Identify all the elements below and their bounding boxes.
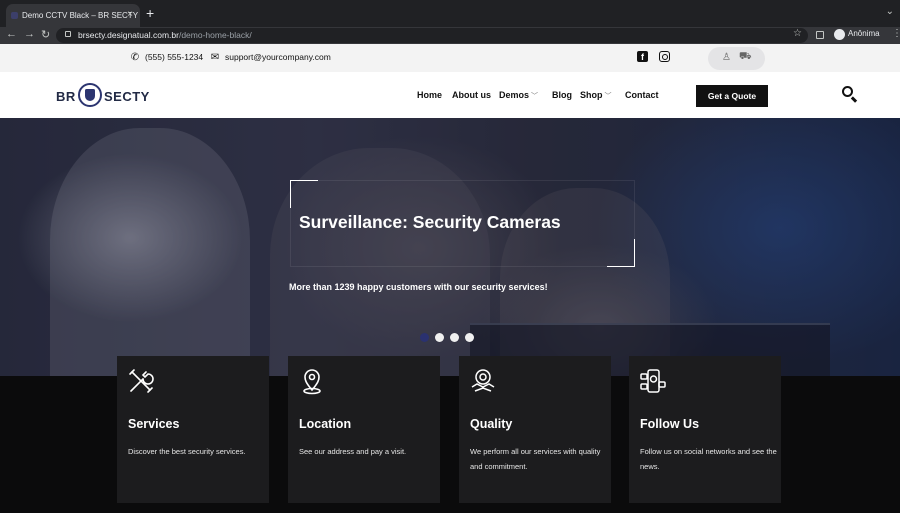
- shield-lock-icon: [78, 83, 102, 107]
- new-tab-icon[interactable]: +: [146, 5, 154, 21]
- nav-shop[interactable]: Shop ﹀: [580, 90, 612, 101]
- browser-tab[interactable]: Demo CCTV Black – BR SECTY ×: [6, 4, 140, 27]
- slider-dot-4[interactable]: [465, 333, 474, 342]
- search-icon-handle: [851, 96, 858, 103]
- lock-icon[interactable]: [65, 31, 71, 37]
- feature-card-services[interactable]: Services Discover the best security serv…: [117, 356, 269, 503]
- feature-description: Follow us on social networks and see the…: [640, 447, 777, 471]
- back-icon[interactable]: ←: [6, 28, 17, 40]
- browser-menu-icon[interactable]: ⋮: [892, 28, 900, 39]
- slider-dot-2[interactable]: [435, 333, 444, 342]
- feature-title: Quality: [470, 417, 513, 431]
- feature-card-quality[interactable]: Quality We perform all our services with…: [459, 356, 611, 503]
- hero-subtitle: More than 1239 happy customers with our …: [289, 282, 548, 292]
- incognito-icon: [834, 29, 845, 40]
- browser-toolbar: ← → ↻ brsecty.designatual.com.br/demo-ho…: [0, 27, 900, 44]
- get-quote-button[interactable]: Get a Quote: [696, 85, 768, 107]
- quality-handshake-icon: [471, 369, 495, 392]
- chevron-down-icon: ﹀: [531, 93, 539, 100]
- email-icon: ✉: [210, 52, 220, 63]
- url-host: brsecty.designatual.com.br: [78, 30, 179, 40]
- bookmark-star-icon[interactable]: ☆: [793, 28, 802, 39]
- profile-name: Anônima: [848, 29, 880, 38]
- tab-close-icon[interactable]: ×: [127, 9, 133, 20]
- nav-contact[interactable]: Contact: [625, 90, 659, 100]
- reload-icon[interactable]: ↻: [41, 28, 50, 41]
- tab-search-icon[interactable]: ⌄: [886, 6, 894, 17]
- browser-tab-strip: Demo CCTV Black – BR SECTY × + ⌄: [0, 0, 900, 27]
- search-icon-ring: [842, 86, 853, 97]
- feature-description: Discover the best security services.: [128, 447, 246, 456]
- phone-info[interactable]: ✆ (555) 555-1234: [130, 52, 203, 63]
- nav-demos[interactable]: Demos ﹀: [499, 90, 538, 101]
- frame-corner-bottom-right: [607, 239, 635, 267]
- contact-info-bar: ✆ (555) 555-1234 ✉ support@yourcompany.com…: [0, 44, 900, 72]
- feature-title: Follow Us: [640, 417, 700, 431]
- feature-description: We perform all our services with quality…: [470, 447, 601, 471]
- user-icon[interactable]: ♙: [722, 52, 731, 63]
- feature-description: See our address and pay a visit.: [299, 447, 407, 456]
- page: Demo CCTV Black – BR SECTY × + ⌄ ← → ↻ b…: [0, 0, 900, 513]
- feature-card-follow-us[interactable]: Follow Us Follow us on social networks a…: [629, 356, 781, 503]
- cart-icon[interactable]: ⛟: [739, 51, 752, 64]
- slider-dot-3[interactable]: [450, 333, 459, 342]
- logo-text-left: BR: [56, 89, 76, 104]
- side-panel-icon[interactable]: [816, 31, 824, 39]
- phone-icon: ✆: [130, 52, 140, 63]
- tab-title: Demo CCTV Black – BR SECTY: [22, 11, 139, 20]
- favicon-icon: [11, 12, 18, 19]
- forward-icon[interactable]: →: [24, 28, 35, 40]
- facebook-icon[interactable]: f: [637, 51, 648, 62]
- instagram-icon[interactable]: [659, 51, 670, 62]
- feature-card-location[interactable]: Location See our address and pay a visit…: [288, 356, 440, 503]
- feature-title: Services: [128, 417, 180, 431]
- frame-corner-top-left: [290, 180, 318, 208]
- nav-about-us[interactable]: About us: [452, 90, 491, 100]
- feature-title: Location: [299, 417, 352, 431]
- nav-shop-label: Shop: [580, 90, 603, 100]
- url-path: /demo-home-black/: [178, 30, 252, 40]
- slider-dot-1[interactable]: [420, 333, 429, 342]
- nav-blog[interactable]: Blog: [552, 90, 572, 100]
- tools-icon: [129, 369, 154, 393]
- chevron-down-icon: ﹀: [604, 93, 612, 100]
- nav-home[interactable]: Home: [417, 90, 442, 100]
- hero-title: Surveillance: Security Cameras: [299, 212, 561, 232]
- social-media-icon: [640, 369, 666, 393]
- nav-demos-label: Demos: [499, 90, 530, 100]
- profile-button[interactable]: Anônima: [832, 28, 886, 42]
- address-bar[interactable]: brsecty.designatual.com.br/demo-home-bla…: [56, 28, 808, 43]
- logo-text-right: SECTY: [104, 89, 150, 104]
- email-info[interactable]: ✉ support@yourcompany.com: [210, 52, 331, 63]
- location-pin-icon: [303, 369, 321, 395]
- phone-number: (555) 555-1234: [145, 52, 204, 62]
- search-icon[interactable]: [842, 86, 858, 103]
- email-address: support@yourcompany.com: [225, 52, 331, 62]
- account-cart-pill: ♙ ⛟: [708, 47, 765, 70]
